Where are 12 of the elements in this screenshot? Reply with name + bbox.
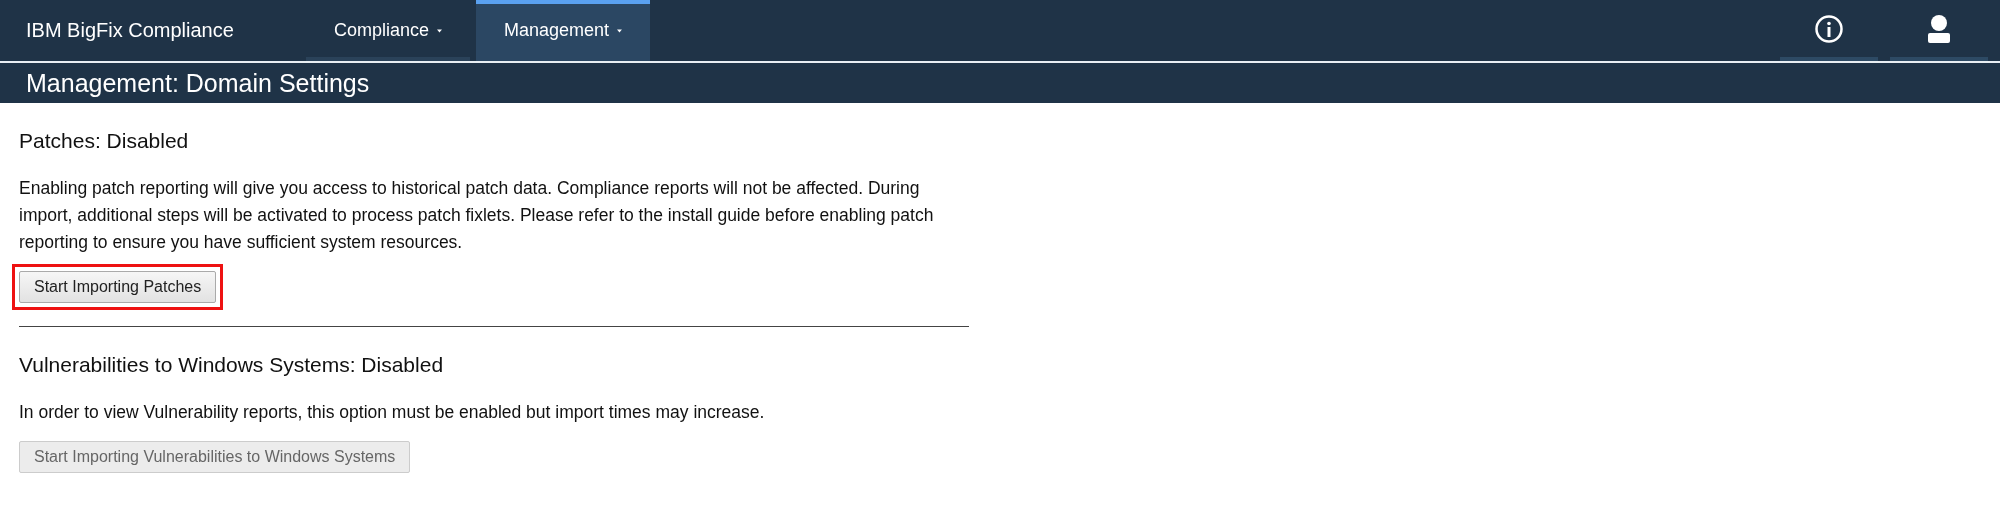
import-button[interactable]: Start Importing Patches [19,271,217,303]
section-heading: Patches: Disabled [19,129,190,153]
nav-tab[interactable]: Management [476,0,650,61]
caret-icon [617,27,622,34]
app-brand: IBM BigFix Compliance [26,19,235,42]
section-description: In order to view Vulnerability reports, this option must be enabled but import times may increase. [19,401,766,424]
caret-icon [437,27,442,34]
info-icon [1814,13,1844,44]
section-heading: Vulnerabilities to Windows Systems: Disabled [19,353,445,377]
page-title: Management: Domain Settings [26,68,370,98]
user-icon [1927,13,1951,44]
section-description: Enabling patch reporting will give you access to historical patch data. Compliance reports will not be affected. During import, additional steps will be activated to process patch fixlets. Please refer to the install guide before enabling patch reporting to ensure you have sufficient system resources. [19,177,935,254]
